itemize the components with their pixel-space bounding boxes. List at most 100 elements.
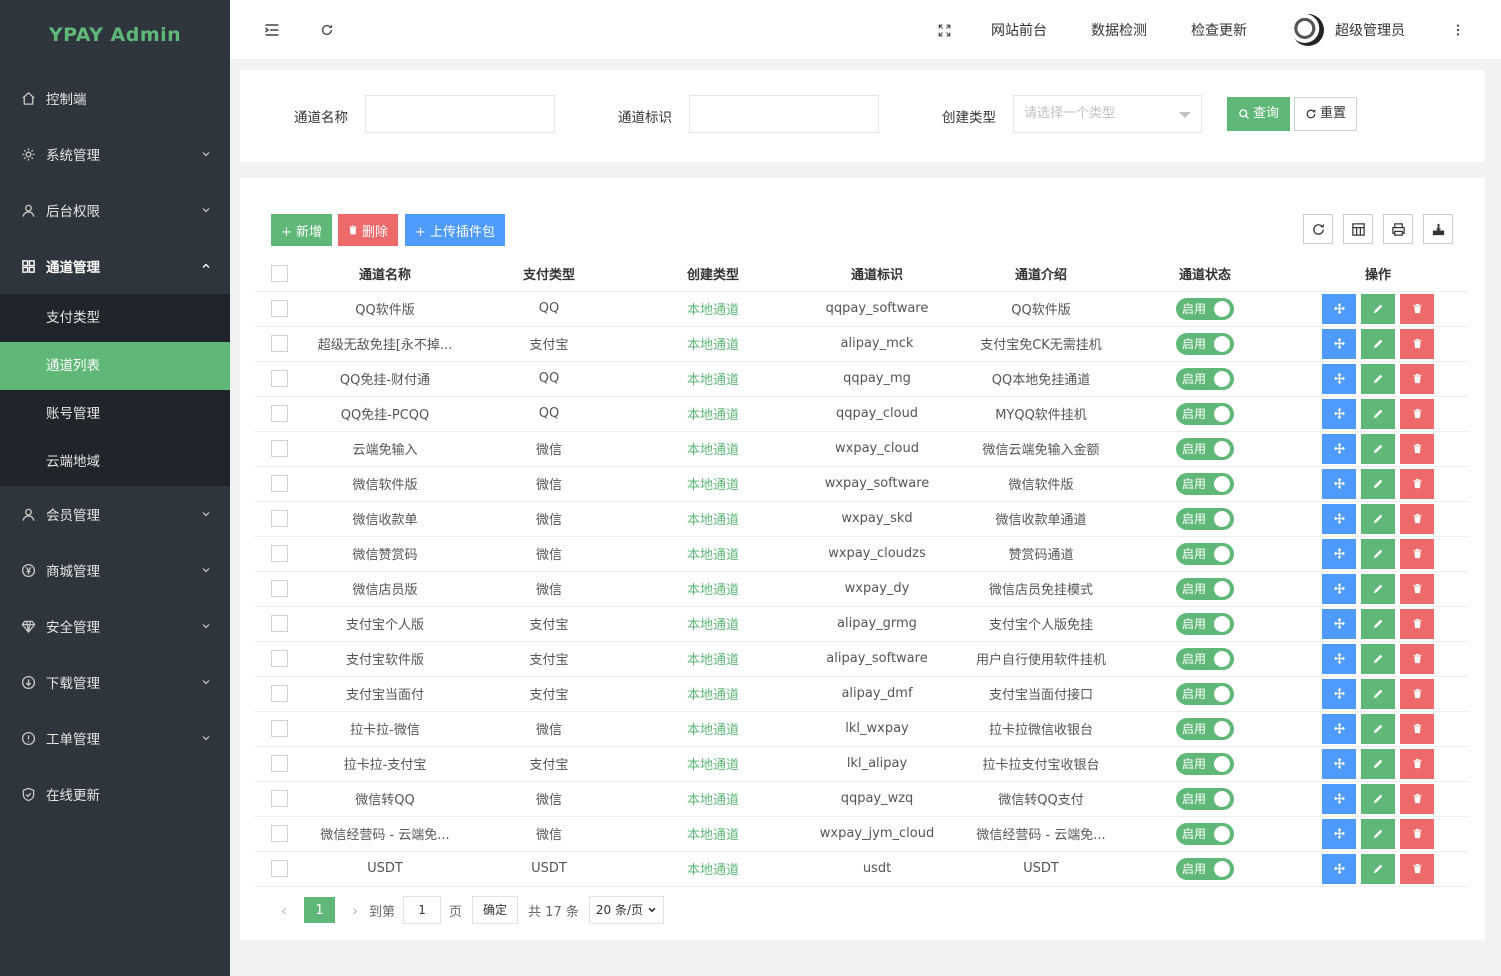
print-button[interactable] (1383, 214, 1413, 244)
header-link-data-check[interactable]: 数据检测 (1091, 20, 1147, 40)
row-checkbox[interactable] (270, 475, 288, 492)
row-checkbox[interactable] (270, 720, 288, 737)
edit-button[interactable] (1361, 713, 1395, 744)
header-channel-status[interactable]: 通道状态 (1123, 256, 1287, 292)
edit-button[interactable] (1361, 748, 1395, 779)
header-username[interactable]: 超级管理员 (1335, 20, 1405, 40)
status-switch[interactable]: 启用 (1176, 297, 1234, 320)
delete-row-button[interactable] (1400, 608, 1434, 639)
edit-button[interactable] (1361, 608, 1395, 639)
delete-row-button[interactable] (1400, 293, 1434, 324)
add-button[interactable]: + 新增 (271, 214, 333, 246)
move-button[interactable] (1322, 818, 1356, 849)
prev-page-icon[interactable]: ‹ (270, 901, 298, 920)
edit-button[interactable] (1361, 818, 1395, 849)
edit-button[interactable] (1361, 468, 1395, 499)
move-button[interactable] (1322, 783, 1356, 814)
header-channel-name[interactable]: 通道名称 (303, 256, 467, 292)
goto-page-input[interactable] (403, 896, 442, 924)
move-button[interactable] (1322, 503, 1356, 534)
status-switch[interactable]: 启用 (1176, 367, 1234, 390)
delete-row-button[interactable] (1400, 853, 1434, 884)
sidebar-item-ticket[interactable]: 工单管理 (0, 710, 230, 766)
status-switch[interactable]: 启用 (1176, 577, 1234, 600)
table-refresh-button[interactable] (1303, 214, 1333, 244)
edit-button[interactable] (1361, 678, 1395, 709)
header-link-frontend[interactable]: 网站前台 (991, 20, 1047, 40)
row-checkbox[interactable] (270, 650, 288, 667)
column-filter-button[interactable] (1343, 214, 1373, 244)
edit-button[interactable] (1361, 363, 1395, 394)
move-button[interactable] (1322, 538, 1356, 569)
move-button[interactable] (1322, 398, 1356, 429)
status-switch[interactable]: 启用 (1176, 402, 1234, 425)
sidebar-item-admin-permission[interactable]: 后台权限 (0, 182, 230, 238)
status-switch[interactable]: 启用 (1176, 717, 1234, 740)
refresh-icon[interactable] (317, 20, 337, 40)
row-checkbox[interactable] (270, 755, 288, 772)
status-switch[interactable]: 启用 (1176, 612, 1234, 635)
status-switch[interactable]: 启用 (1176, 857, 1234, 880)
page-size-select[interactable]: 20 条/页 (588, 896, 664, 924)
header-link-check-update[interactable]: 检查更新 (1191, 20, 1247, 40)
channel-name-input[interactable] (365, 95, 555, 133)
edit-button[interactable] (1361, 293, 1395, 324)
edit-button[interactable] (1361, 783, 1395, 814)
delete-row-button[interactable] (1400, 398, 1434, 429)
edit-button[interactable] (1361, 433, 1395, 464)
row-checkbox[interactable] (270, 860, 288, 877)
delete-row-button[interactable] (1400, 328, 1434, 359)
row-checkbox[interactable] (270, 580, 288, 597)
next-page-icon[interactable]: › (341, 901, 369, 920)
row-checkbox[interactable] (270, 335, 288, 352)
status-switch[interactable]: 启用 (1176, 507, 1234, 530)
move-button[interactable] (1322, 293, 1356, 324)
move-button[interactable] (1322, 748, 1356, 779)
status-switch[interactable]: 启用 (1176, 472, 1234, 495)
move-button[interactable] (1322, 433, 1356, 464)
avatar[interactable] (1292, 14, 1324, 46)
row-checkbox[interactable] (270, 685, 288, 702)
submenu-pay-type[interactable]: 支付类型 (0, 294, 230, 342)
delete-row-button[interactable] (1400, 783, 1434, 814)
fullscreen-icon[interactable] (934, 20, 954, 40)
delete-row-button[interactable] (1400, 678, 1434, 709)
sidebar-item-download[interactable]: 下载管理 (0, 654, 230, 710)
edit-button[interactable] (1361, 398, 1395, 429)
move-button[interactable] (1322, 573, 1356, 604)
goto-confirm-button[interactable]: 确定 (472, 896, 519, 924)
row-checkbox[interactable] (270, 615, 288, 632)
export-button[interactable] (1423, 214, 1453, 244)
delete-row-button[interactable] (1400, 643, 1434, 674)
edit-button[interactable] (1361, 503, 1395, 534)
select-all-checkbox[interactable] (270, 264, 288, 282)
delete-row-button[interactable] (1400, 538, 1434, 569)
submenu-account[interactable]: 账号管理 (0, 390, 230, 438)
delete-row-button[interactable] (1400, 433, 1434, 464)
delete-row-button[interactable] (1400, 503, 1434, 534)
status-switch[interactable]: 启用 (1176, 787, 1234, 810)
move-button[interactable] (1322, 468, 1356, 499)
channel-mark-input[interactable] (689, 95, 879, 133)
menu-fold-icon[interactable] (262, 20, 282, 40)
move-button[interactable] (1322, 678, 1356, 709)
edit-button[interactable] (1361, 328, 1395, 359)
delete-row-button[interactable] (1400, 818, 1434, 849)
move-button[interactable] (1322, 853, 1356, 884)
query-button[interactable]: 查询 (1227, 97, 1291, 131)
sidebar-item-member[interactable]: 会员管理 (0, 486, 230, 542)
row-checkbox[interactable] (270, 790, 288, 807)
edit-button[interactable] (1361, 643, 1395, 674)
delete-row-button[interactable] (1400, 468, 1434, 499)
row-checkbox[interactable] (270, 440, 288, 457)
status-switch[interactable]: 启用 (1176, 647, 1234, 670)
status-switch[interactable]: 启用 (1176, 822, 1234, 845)
header-channel-intro[interactable]: 通道介绍 (959, 256, 1123, 292)
delete-button[interactable]: 删除 (338, 214, 399, 246)
edit-button[interactable] (1361, 573, 1395, 604)
row-checkbox[interactable] (270, 510, 288, 527)
more-vertical-icon[interactable] (1448, 20, 1468, 40)
move-button[interactable] (1322, 328, 1356, 359)
move-button[interactable] (1322, 608, 1356, 639)
sidebar-item-mall[interactable]: 商城管理 (0, 542, 230, 598)
